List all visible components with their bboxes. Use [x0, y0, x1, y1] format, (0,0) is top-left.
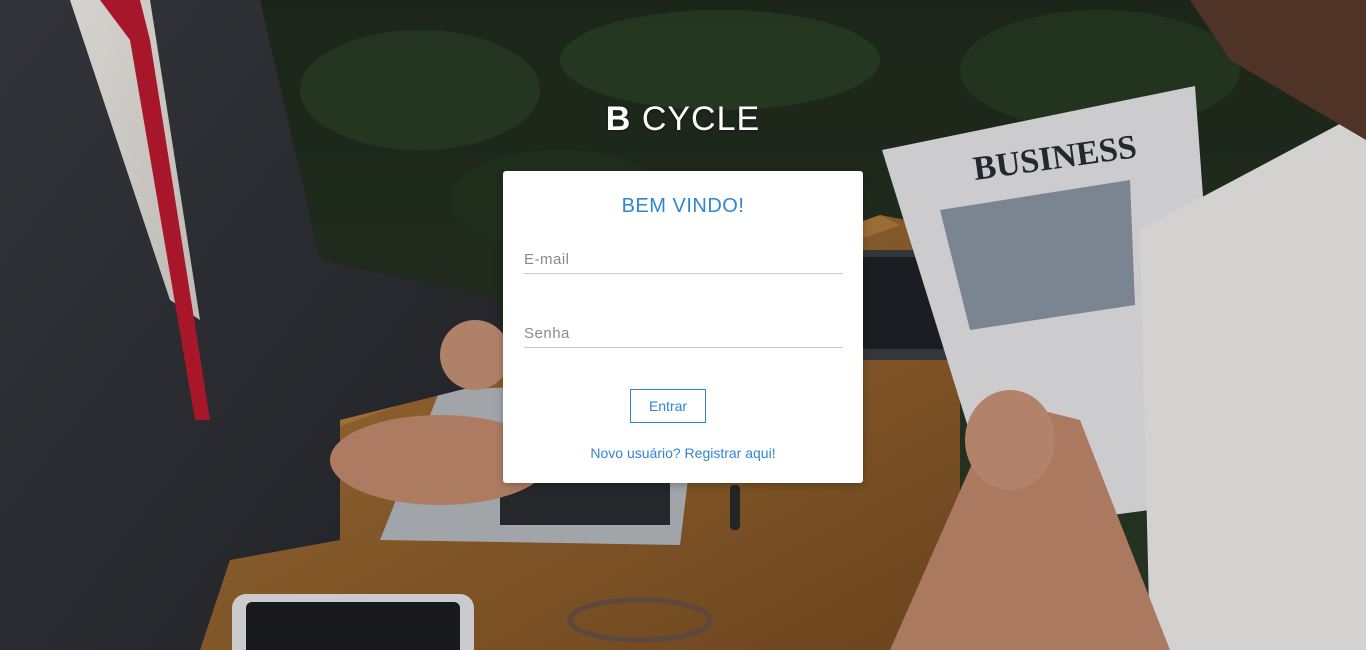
brand-logo: B CYCLE	[0, 100, 1366, 139]
email-input[interactable]	[524, 245, 843, 274]
brand-logo-bold: B	[605, 100, 632, 138]
login-card: BEM VINDO! Entrar Novo usuário? Registra…	[503, 171, 863, 483]
password-input[interactable]	[524, 319, 843, 348]
login-title: BEM VINDO!	[621, 195, 745, 217]
login-submit-button[interactable]: Entrar	[630, 389, 706, 423]
register-link[interactable]: Novo usuário? Registrar aqui!	[503, 445, 863, 461]
brand-logo-rest: CYCLE	[641, 100, 761, 138]
